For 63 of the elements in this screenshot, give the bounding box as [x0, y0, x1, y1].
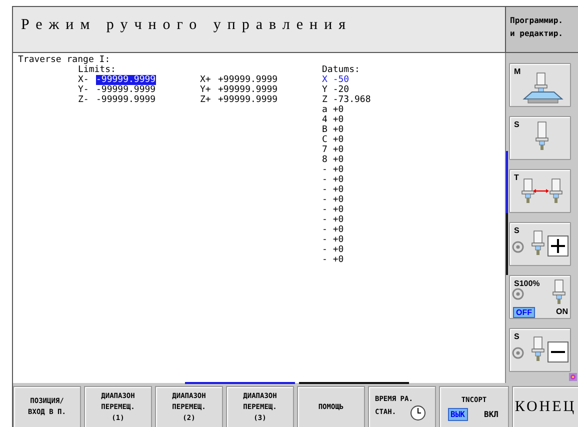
- axis-label: X+: [200, 75, 212, 85]
- datum-entry[interactable]: X -50: [322, 75, 350, 85]
- limit-value[interactable]: +99999.9999: [218, 85, 278, 95]
- status-icon: [569, 373, 577, 381]
- datum-entry[interactable]: - +0: [322, 205, 344, 215]
- limit-value[interactable]: +99999.9999: [218, 75, 278, 85]
- axis-label: X-: [78, 75, 90, 85]
- mode-title: Режим ручного управления: [13, 7, 506, 53]
- datum-entry[interactable]: 4 +0: [322, 115, 344, 125]
- datum-entry[interactable]: - +0: [322, 235, 344, 245]
- side-softkey[interactable]: T: [509, 169, 571, 213]
- machine-table-icon: [522, 92, 564, 104]
- spindle-icon: [532, 336, 544, 361]
- mode-label: и редактир.: [510, 28, 564, 40]
- spindle-icon: [552, 280, 566, 304]
- datum-entry[interactable]: B +0: [322, 125, 344, 135]
- side-softkey[interactable]: S: [509, 116, 571, 160]
- datum-entry[interactable]: - +0: [322, 165, 344, 175]
- dial-icon: [512, 288, 524, 300]
- axis-label: Z-: [78, 95, 90, 105]
- override-option[interactable]: ON: [554, 307, 570, 316]
- tool-icon: [550, 178, 562, 203]
- spindle-icon: [532, 230, 544, 255]
- datum-entry[interactable]: - +0: [322, 175, 344, 185]
- dial-icon: [512, 241, 524, 253]
- side-softkey[interactable]: M: [509, 63, 571, 107]
- clock-icon: [410, 404, 426, 420]
- spindle-icon: [536, 122, 548, 150]
- override-option[interactable]: OFF: [513, 307, 535, 318]
- double-arrow-icon: [533, 189, 549, 193]
- section-title: Traverse range I:: [18, 55, 110, 65]
- limit-value[interactable]: -99999.9999: [96, 95, 156, 105]
- limit-value[interactable]: -99999.9999: [96, 85, 156, 95]
- datum-entry[interactable]: Y -20: [322, 85, 350, 95]
- plus-icon: [548, 236, 568, 256]
- axis-label: Z+: [200, 95, 212, 105]
- axis-label: Y-: [78, 85, 90, 95]
- datum-entry[interactable]: - +0: [322, 255, 344, 265]
- datum-entry[interactable]: - +0: [322, 185, 344, 195]
- datum-entry[interactable]: 7 +0: [322, 145, 344, 155]
- side-softkey[interactable]: S100% OFF ON: [509, 275, 571, 319]
- toggle-option[interactable]: ВЫК: [448, 408, 468, 421]
- datum-entry[interactable]: 8 +0: [322, 155, 344, 165]
- side-softkey[interactable]: S: [509, 222, 571, 266]
- datum-entry[interactable]: - +0: [322, 215, 344, 225]
- toggle-option[interactable]: ВКЛ: [482, 409, 500, 420]
- datum-entry[interactable]: - +0: [322, 225, 344, 235]
- dial-icon: [512, 347, 524, 359]
- minus-icon: [548, 342, 568, 362]
- side-softkey[interactable]: S: [509, 328, 571, 372]
- limits-label: Limits:: [78, 65, 116, 75]
- datum-entry[interactable]: - +0: [322, 195, 344, 205]
- datum-entry[interactable]: Z -73.968: [322, 95, 371, 105]
- limit-value[interactable]: +99999.9999: [218, 95, 278, 105]
- datums-label: Datums:: [322, 65, 360, 75]
- limit-value[interactable]: -99999.9999: [96, 75, 156, 85]
- axis-label: Y+: [200, 85, 212, 95]
- mode-label: Программир.: [510, 15, 564, 27]
- datum-entry[interactable]: a +0: [322, 105, 344, 115]
- datum-entry[interactable]: C +0: [322, 135, 344, 145]
- tool-icon: [522, 178, 534, 203]
- datum-entry[interactable]: - +0: [322, 245, 344, 255]
- end-softkey[interactable]: КОНЕЦ: [512, 386, 578, 427]
